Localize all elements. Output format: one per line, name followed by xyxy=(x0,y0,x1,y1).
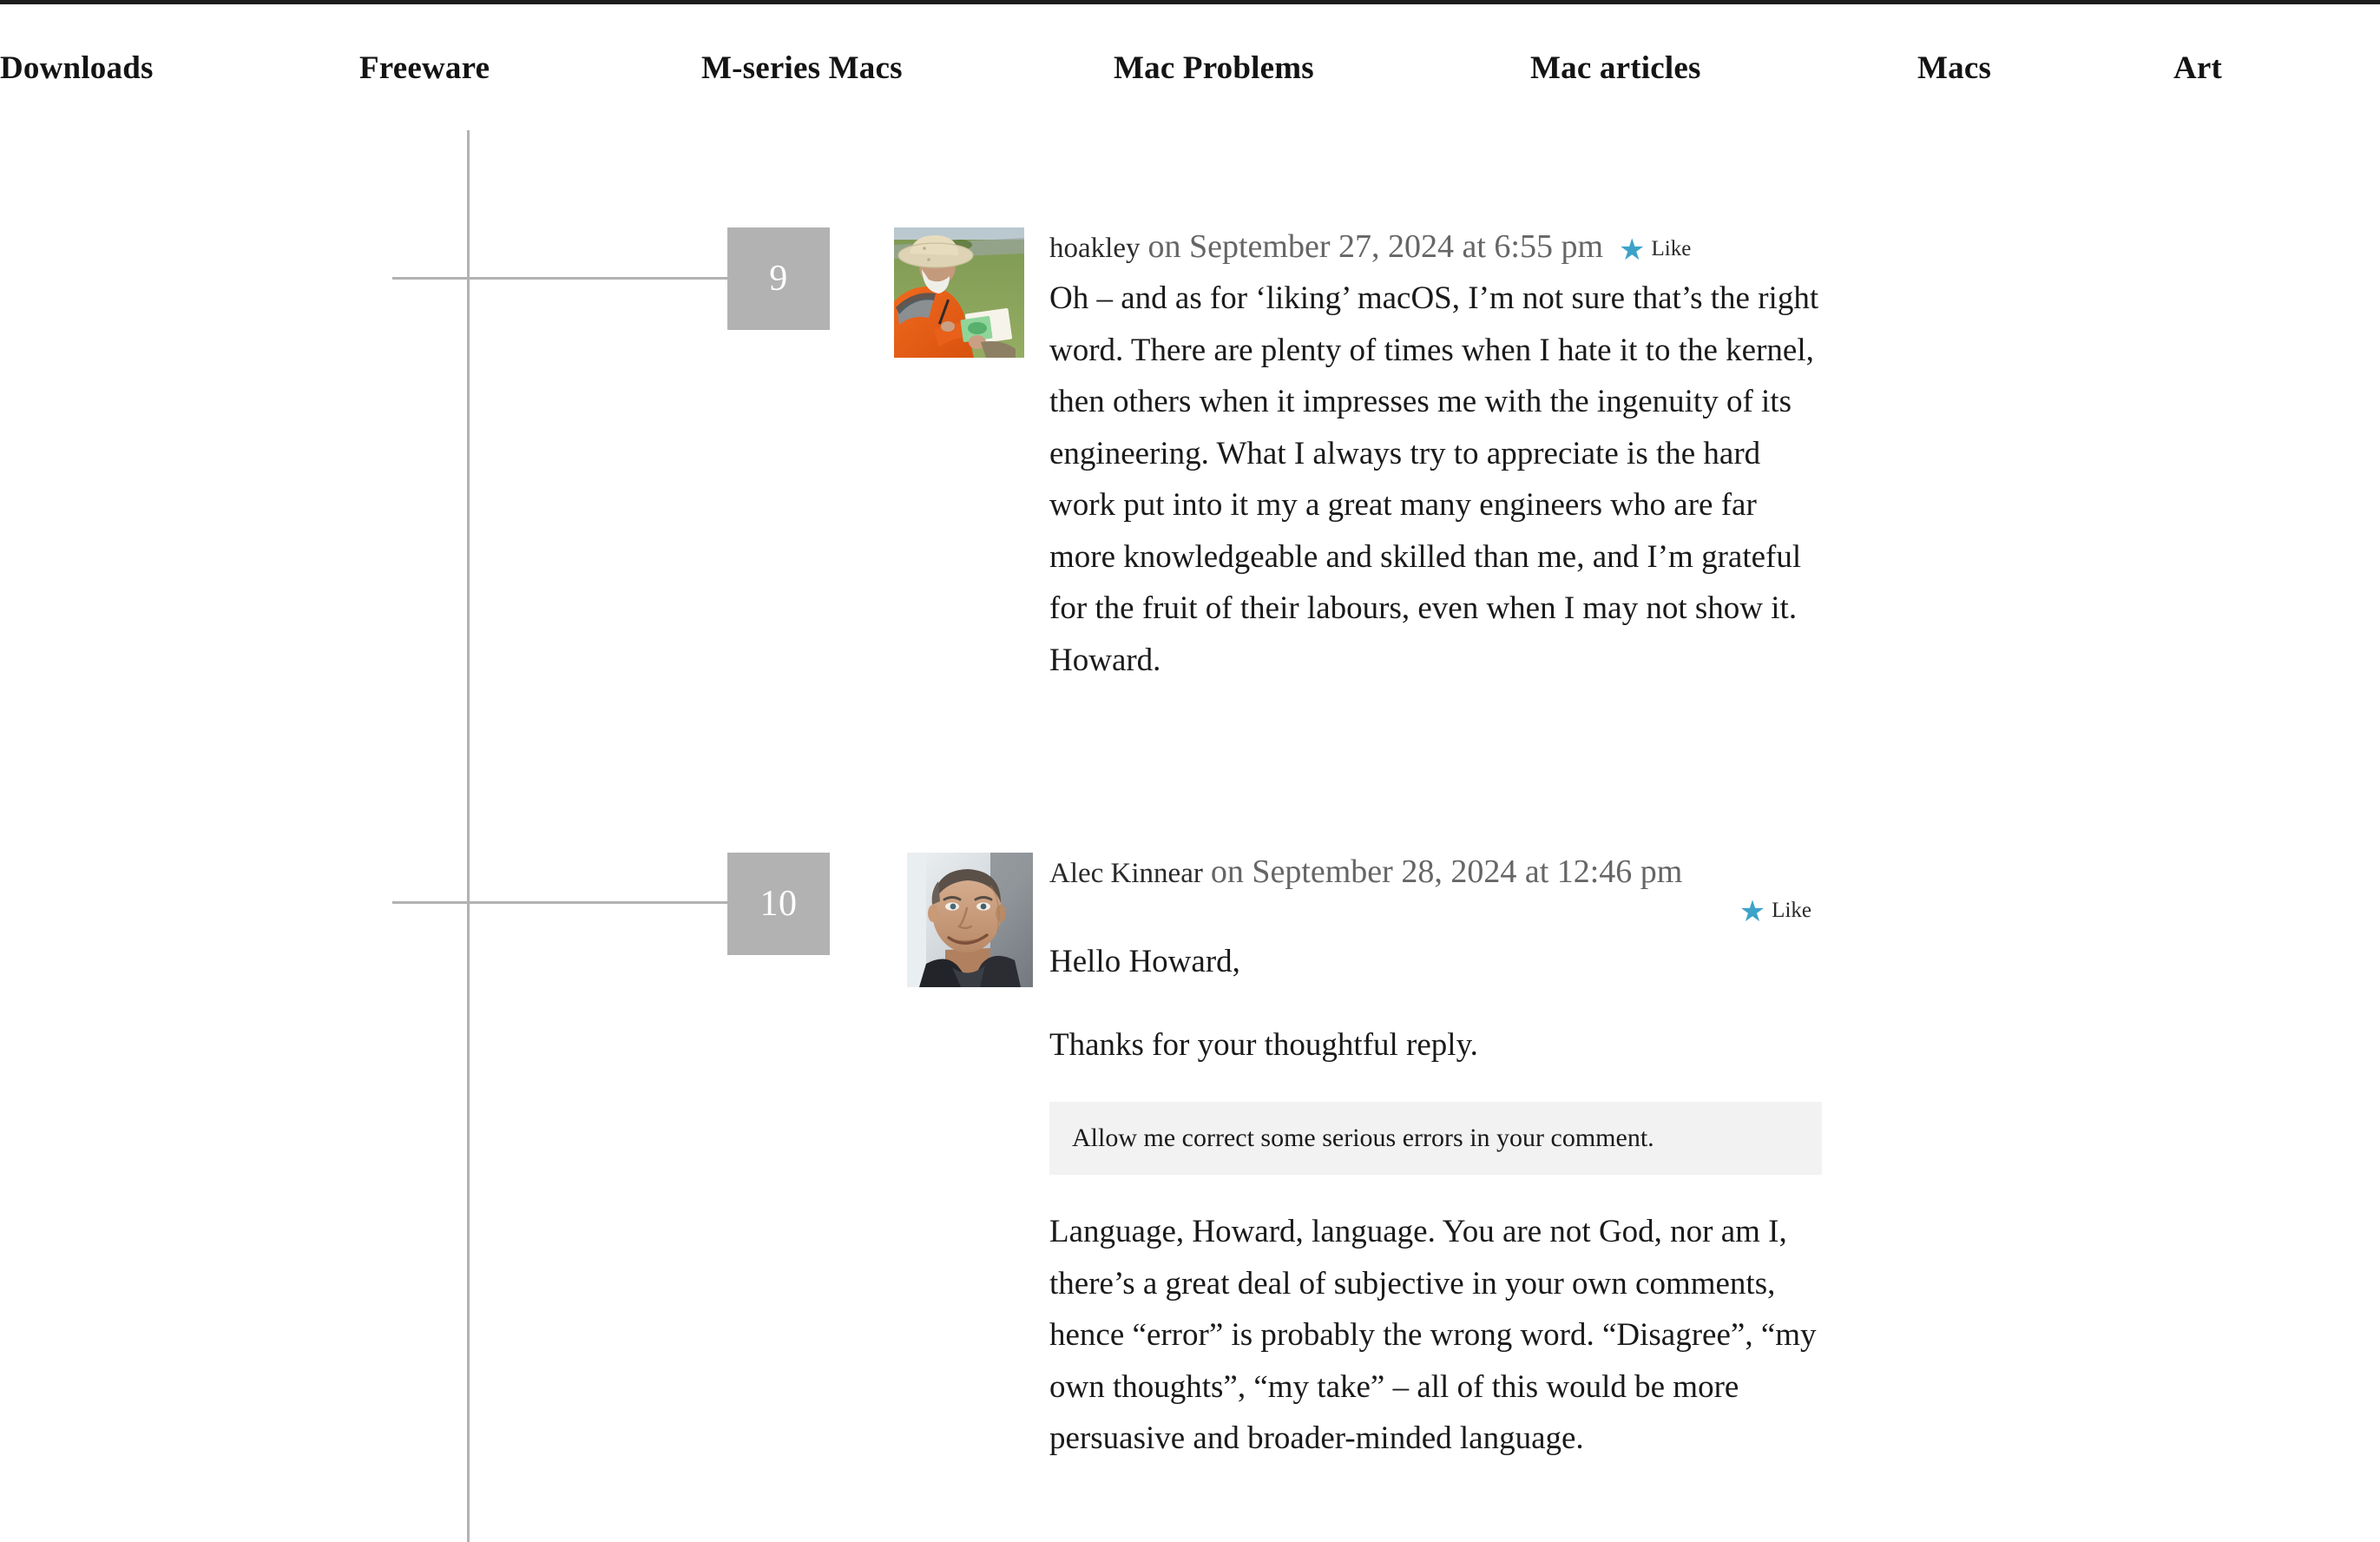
like-label: Like xyxy=(1651,237,1692,260)
nav-item-downloads[interactable]: Downloads xyxy=(0,49,154,88)
comment-paragraph: Oh – and as for ‘liking’ macOS, I’m not … xyxy=(1049,280,1819,626)
star-icon: ★ xyxy=(1739,896,1766,928)
comment-paragraph: Hello Howard, xyxy=(1049,944,1240,979)
thread-connector-line-10 xyxy=(392,901,731,904)
avatar-photo-alec-kinnear xyxy=(907,853,1033,987)
comment-index-badge: 10 xyxy=(727,853,830,955)
avatar xyxy=(907,853,1033,987)
comment-body: Alec Kinnear on September 28, 2024 at 12:… xyxy=(1049,853,1831,1465)
comment-timestamp: on September 27, 2024 at 6:55 pm xyxy=(1147,228,1604,265)
comment-meta: hoakley on September 27, 2024 at 6:55 pm ★… xyxy=(1049,227,1831,267)
like-row: ★ Like xyxy=(1049,898,1831,927)
like-button[interactable]: ★ Like xyxy=(1739,898,1811,927)
comment-body: hoakley on September 27, 2024 at 6:55 pm ★… xyxy=(1049,227,1831,686)
like-button[interactable]: ★ Like xyxy=(1619,236,1691,266)
star-icon: ★ xyxy=(1619,234,1646,267)
comment-index-badge: 9 xyxy=(727,227,830,330)
comment-meta: Alec Kinnear on September 28, 2024 at 12:… xyxy=(1049,853,1831,893)
comment-author[interactable]: hoakley xyxy=(1049,233,1140,264)
comment-paragraph: Language, Howard, language. You are not … xyxy=(1049,1214,1817,1456)
like-label: Like xyxy=(1772,899,1811,922)
nav-item-freeware[interactable]: Freeware xyxy=(359,49,490,88)
comment-timestamp: on September 28, 2024 at 12:46 pm xyxy=(1210,853,1683,890)
nav-item-mac-problems[interactable]: Mac Problems xyxy=(1114,49,1314,88)
comment-paragraph: Thanks for your thoughtful reply. xyxy=(1049,1026,1478,1063)
blockquote-text: Allow me correct some serious errors in … xyxy=(1072,1124,1654,1152)
thread-vertical-line xyxy=(467,130,470,1542)
avatar-photo-hoakley xyxy=(894,227,1024,358)
avatar xyxy=(894,227,1024,358)
comment-blockquote: Allow me correct some serious errors in … xyxy=(1049,1102,1822,1175)
nav-item-mac-articles[interactable]: Mac articles xyxy=(1530,49,1701,88)
thread-connector-line-9 xyxy=(392,277,731,280)
nav-item-art[interactable]: Art xyxy=(2173,49,2222,88)
comment-paragraph: Howard. xyxy=(1049,642,1161,678)
comment-author[interactable]: Alec Kinnear xyxy=(1049,858,1203,889)
nav-item-macs[interactable]: Macs xyxy=(1917,49,1991,88)
primary-navigation: Downloads Freeware M-series Macs Mac Pro… xyxy=(0,4,2380,124)
nav-item-m-series-macs[interactable]: M-series Macs xyxy=(701,49,903,88)
